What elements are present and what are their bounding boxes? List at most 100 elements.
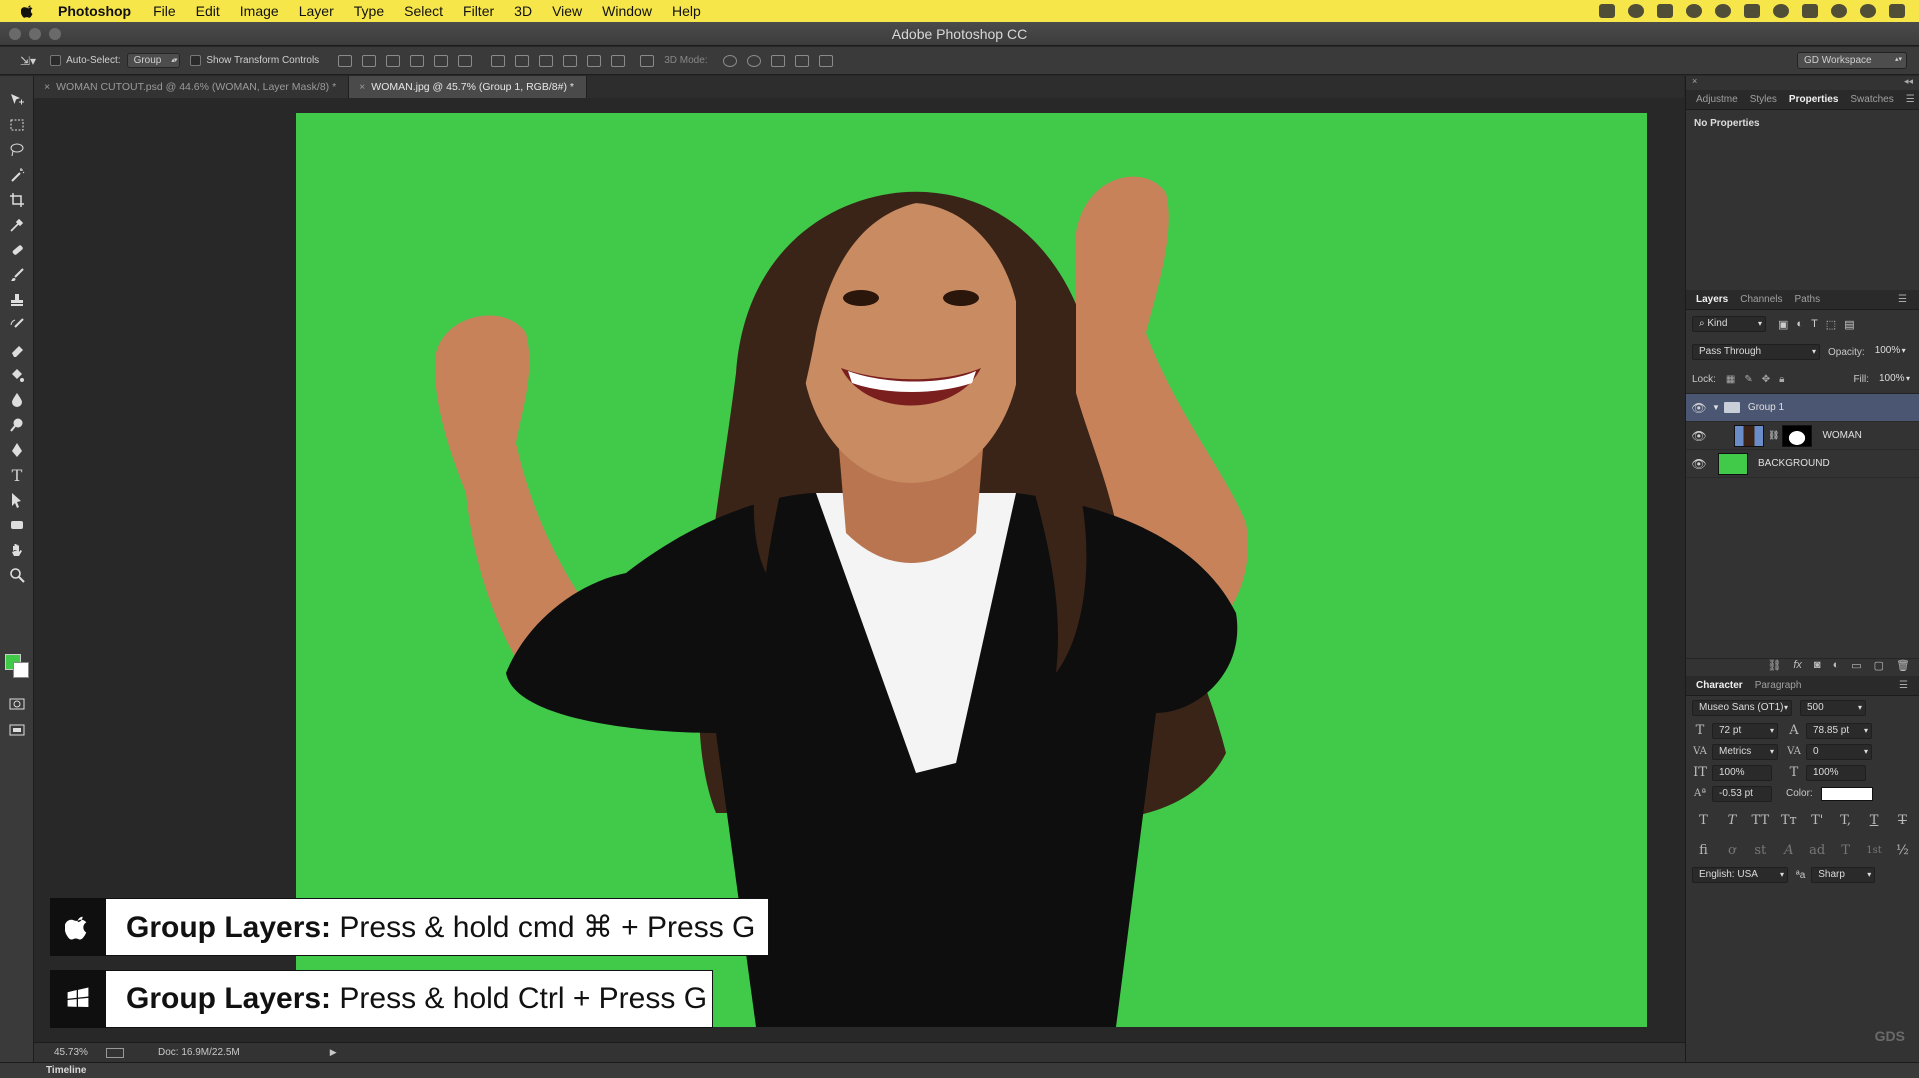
discretionary-ligatures-button[interactable]: st: [1749, 843, 1772, 858]
lasso-tool-icon[interactable]: [6, 139, 28, 161]
clone-stamp-tool-icon[interactable]: [6, 289, 28, 311]
zoom-level[interactable]: 45.73%: [54, 1047, 100, 1058]
new-layer-icon[interactable]: ▢: [1874, 659, 1884, 676]
font-family-dropdown[interactable]: Museo Sans (OT1): [1692, 700, 1792, 716]
ligatures-button[interactable]: fi: [1692, 843, 1715, 858]
marquee-tool-icon[interactable]: [6, 114, 28, 136]
tab-properties[interactable]: Properties: [1783, 94, 1844, 105]
faux-italic-button[interactable]: T: [1720, 813, 1743, 828]
volume-icon[interactable]: [1802, 4, 1818, 18]
move-tool-icon[interactable]: [6, 89, 28, 111]
drive-icon[interactable]: [1657, 4, 1673, 18]
menu-layer[interactable]: Layer: [299, 3, 334, 19]
background-color-swatch[interactable]: [13, 662, 29, 678]
stylistic-alternates-button[interactable]: ad: [1806, 843, 1829, 858]
superscript-button[interactable]: T': [1806, 813, 1829, 828]
opacity-input[interactable]: 100%: [1868, 344, 1909, 360]
distribute-hcenter-icon[interactable]: [587, 54, 602, 67]
3d-scale-icon[interactable]: [818, 54, 833, 67]
app-menu-photoshop[interactable]: Photoshop: [58, 3, 131, 19]
document-canvas[interactable]: [296, 113, 1647, 1027]
align-right-icon[interactable]: [458, 54, 473, 67]
tab-woman-cutout[interactable]: × WOMAN CUTOUT.psd @ 44.6% (WOMAN, Layer …: [34, 76, 350, 98]
visibility-eye-icon[interactable]: 👁︎: [1686, 429, 1712, 443]
healing-brush-tool-icon[interactable]: [6, 239, 28, 261]
auto-select-dropdown[interactable]: Group: [126, 53, 181, 68]
mask-link-icon[interactable]: ⛓︎: [1768, 430, 1779, 441]
align-top-icon[interactable]: [338, 54, 353, 67]
language-dropdown[interactable]: English: USA: [1692, 867, 1788, 883]
lock-position-icon[interactable]: ✥: [1762, 374, 1770, 385]
shield-icon[interactable]: [1744, 4, 1760, 18]
visibility-eye-icon[interactable]: 👁︎: [1686, 401, 1712, 415]
zoom-tool-icon[interactable]: [6, 564, 28, 586]
align-vcenter-icon[interactable]: [362, 54, 377, 67]
menu-select[interactable]: Select: [404, 3, 443, 19]
magic-wand-tool-icon[interactable]: [6, 164, 28, 186]
distribute-left-icon[interactable]: [563, 54, 578, 67]
titling-alternates-button[interactable]: T: [1834, 843, 1857, 858]
link-layers-icon[interactable]: ⛓︎: [1767, 659, 1781, 676]
new-adjustment-icon[interactable]: ◐: [1833, 659, 1840, 676]
filter-adjustment-icon[interactable]: ◐: [1796, 318, 1803, 331]
menu-3d[interactable]: 3D: [514, 3, 532, 19]
menu-help[interactable]: Help: [672, 3, 701, 19]
path-selection-tool-icon[interactable]: [6, 489, 28, 511]
all-caps-button[interactable]: TT: [1749, 813, 1772, 828]
filter-pixel-icon[interactable]: ▣: [1778, 318, 1788, 331]
menu-window[interactable]: Window: [602, 3, 652, 19]
tab-styles[interactable]: Styles: [1744, 94, 1783, 105]
brush-tool-icon[interactable]: [6, 264, 28, 286]
layer-row-woman[interactable]: 👁︎ ⛓︎ WOMAN: [1686, 422, 1919, 450]
hand-tool-icon[interactable]: [6, 539, 28, 561]
vertical-scale-input[interactable]: 100%: [1712, 764, 1772, 781]
blend-mode-dropdown[interactable]: Pass Through: [1692, 344, 1820, 360]
menu-type[interactable]: Type: [354, 3, 384, 19]
close-tab-icon[interactable]: ×: [359, 81, 365, 93]
dodge-tool-icon[interactable]: [6, 414, 28, 436]
rectangle-tool-icon[interactable]: [6, 514, 28, 536]
auto-align-icon[interactable]: [640, 54, 655, 67]
swash-button[interactable]: A: [1777, 843, 1800, 858]
old-style-button[interactable]: ơ: [1720, 843, 1743, 858]
align-bottom-icon[interactable]: [386, 54, 401, 67]
zoom-window-button[interactable]: [49, 28, 61, 40]
collapse-dock-icon[interactable]: ◂◂: [1904, 76, 1913, 90]
cloud-icon[interactable]: [1686, 4, 1702, 18]
tab-layers[interactable]: Layers: [1690, 294, 1734, 305]
apple-logo-icon[interactable]: [18, 3, 38, 19]
filter-smart-object-icon[interactable]: ▤: [1844, 318, 1854, 331]
tab-character[interactable]: Character: [1690, 680, 1749, 691]
eraser-tool-icon[interactable]: [6, 339, 28, 361]
leading-input[interactable]: 78.85 pt: [1806, 722, 1872, 739]
3d-slide-icon[interactable]: [794, 54, 809, 67]
small-caps-button[interactable]: Tт: [1777, 813, 1800, 828]
paint-bucket-tool-icon[interactable]: [6, 364, 28, 386]
tab-swatches[interactable]: Swatches: [1844, 94, 1899, 105]
clock-icon[interactable]: [1831, 4, 1847, 18]
tracking-dropdown[interactable]: 0: [1806, 743, 1872, 760]
strikethrough-button[interactable]: T: [1891, 813, 1914, 828]
transform-controls-checkbox[interactable]: [190, 55, 202, 66]
status-info-icon[interactable]: [106, 1047, 124, 1058]
antialias-dropdown[interactable]: Sharp: [1811, 867, 1876, 883]
new-group-icon[interactable]: ▭: [1851, 659, 1861, 676]
tab-paths[interactable]: Paths: [1789, 294, 1827, 305]
minimize-window-button[interactable]: [29, 28, 41, 40]
panel-menu-icon[interactable]: ☰: [1893, 680, 1914, 691]
eyedropper-tool-icon[interactable]: [6, 214, 28, 236]
faux-bold-button[interactable]: T: [1692, 813, 1715, 828]
eye-icon[interactable]: [1715, 4, 1731, 18]
visibility-eye-icon[interactable]: 👁︎: [1686, 457, 1712, 471]
tab-channels[interactable]: Channels: [1734, 294, 1788, 305]
subscript-button[interactable]: T,: [1834, 813, 1857, 828]
kerning-dropdown[interactable]: Metrics: [1712, 743, 1778, 760]
3d-rotate-icon[interactable]: [722, 54, 737, 67]
fractions-button[interactable]: ½: [1891, 843, 1914, 858]
dropbox-icon[interactable]: [1628, 4, 1644, 18]
align-hcenter-icon[interactable]: [434, 54, 449, 67]
layer-mask-thumbnail[interactable]: [1782, 424, 1813, 447]
tab-adjustments[interactable]: Adjustme: [1690, 94, 1744, 105]
blur-tool-icon[interactable]: [6, 389, 28, 411]
menu-file[interactable]: File: [153, 3, 176, 19]
